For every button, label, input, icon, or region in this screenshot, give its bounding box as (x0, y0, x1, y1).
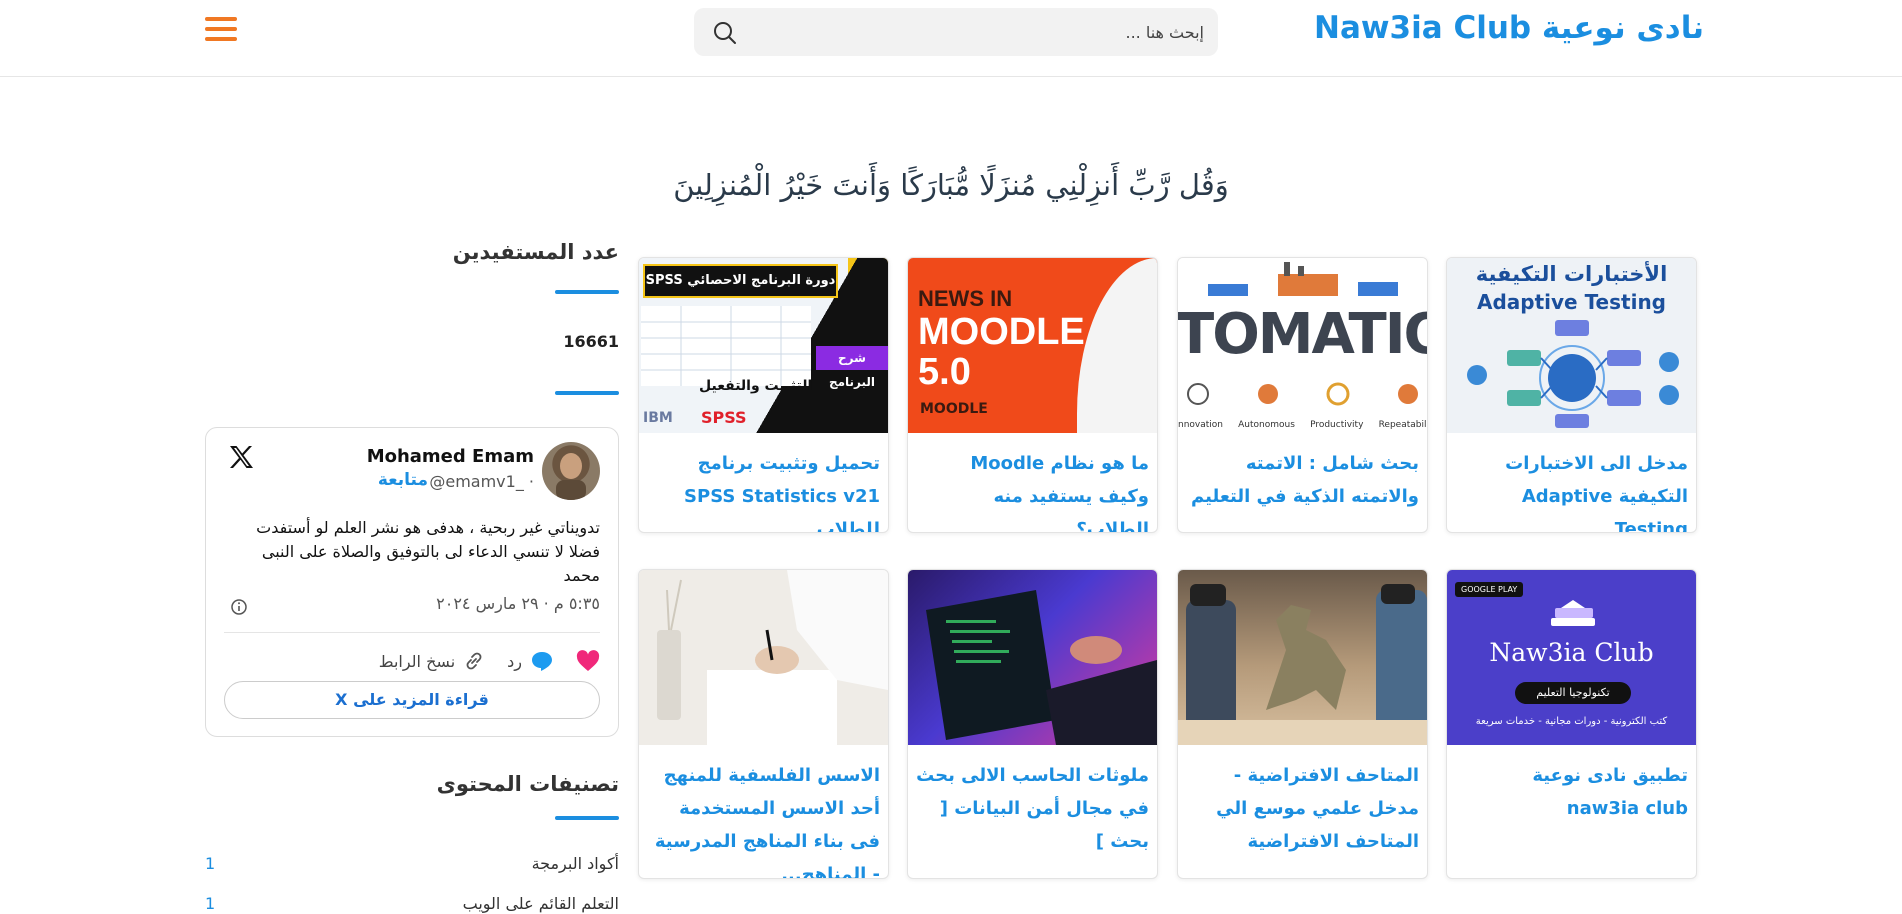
thumb-line: 5.0 (918, 351, 971, 393)
category-label: التعلم القائم على الويب (462, 894, 619, 913)
reply-bubble-icon (532, 652, 552, 671)
post-title[interactable]: ما هو نظام Moodle وكيف يستفيد منه الطلاب… (908, 433, 1157, 532)
post-thumbnail[interactable] (639, 570, 888, 745)
thumb-install-label: التثبيت والتفعيل (699, 378, 813, 394)
reply-label: رد (507, 651, 522, 671)
post-title[interactable]: تحميل وتثبيت برنامج SPSS Statistics v21 … (639, 433, 888, 532)
writing-notebook-photo (639, 570, 888, 745)
follow-button[interactable]: متابعة (378, 470, 428, 490)
post-card[interactable]: المتاحف الافتراضية - مدخل علمي موسع الي … (1177, 569, 1428, 879)
factory-graphic (1208, 262, 1398, 296)
books-icon (1551, 600, 1595, 626)
beneficiaries-title: عدد المستفيدين (452, 240, 619, 264)
thumb-ibm-logo: IBM (643, 410, 673, 426)
tweet-author-handle[interactable]: @emamv1_ · (429, 472, 534, 491)
categories-widget: تصنيفات المحتوى (205, 772, 619, 820)
thumb-tag: تكنولوجيا التعليم (1515, 682, 1631, 704)
copy-link-button[interactable]: نسخ الرابط (379, 650, 485, 672)
spreadsheet-graphic (641, 306, 811, 386)
search-box (694, 8, 1218, 56)
thumb-purple-label: شرح البرنامج (816, 346, 888, 389)
thumb-labels: nnovation Autonomous Productivity Repeat… (1178, 420, 1427, 430)
thumb-brand: Naw3ia Club (1489, 638, 1654, 667)
thumb-label: Productivity (1310, 420, 1364, 430)
reply-button[interactable]: رد (507, 650, 554, 672)
read-more-on-x-button[interactable]: قراءة المزيد على X (224, 681, 600, 719)
category-label: أكواد البرمجة (531, 854, 619, 873)
beneficiaries-count: 16661 (563, 332, 619, 351)
thumb-spss-logo: SPSS (701, 408, 747, 427)
tweet-actions: رد نسخ الرابط (367, 646, 600, 676)
tweet-divider (224, 632, 600, 633)
categories-title: تصنيفات المحتوى (436, 772, 619, 796)
copy-link-label: نسخ الرابط (378, 651, 456, 671)
thumb-title: الأختبارات التكيفية (1475, 262, 1668, 286)
avatar[interactable] (542, 442, 600, 500)
like-button[interactable] (576, 650, 600, 672)
thumb-line: MOODLE (918, 311, 1085, 353)
post-card[interactable]: ملوثات الحاسب الالى بحث في مجال أمن البي… (907, 569, 1158, 879)
tweet-author-name[interactable]: Mohamed Emam (367, 446, 534, 467)
category-count: 1 (205, 854, 216, 873)
categories-underline (555, 816, 619, 820)
post-thumbnail[interactable]: NEWS IN MOODLE 5.0 MOODLE (908, 258, 1157, 433)
post-title[interactable]: بحث شامل : الاتمته والاتمته الذكية في ال… (1178, 433, 1427, 513)
thumb-line: NEWS IN (918, 286, 1013, 311)
thumb-small-label: MOODLE (920, 401, 988, 417)
search-input[interactable] (774, 8, 1204, 56)
search-icon[interactable] (712, 20, 738, 46)
heart-icon (576, 650, 600, 671)
post-title[interactable]: مدخل الى الاختبارات التكيفية Adaptive Te… (1447, 433, 1696, 532)
post-thumbnail[interactable]: الأختبارات التكيفية Adaptive Testing (1447, 258, 1696, 433)
categories-list: أكواد البرمجة 1 التعلم القائم على الويب … (205, 854, 619, 914)
post-card[interactable]: الأختبارات التكيفية Adaptive Testing مدخ… (1446, 257, 1697, 533)
thumb-subtitle: Adaptive Testing (1476, 290, 1666, 314)
sidebar: عدد المستفيدين 16661 Mohamed Emam @emamv… (205, 240, 619, 913)
info-icon[interactable] (230, 598, 248, 616)
category-item[interactable]: أكواد البرمجة 1 (205, 854, 619, 894)
post-thumbnail[interactable] (1178, 570, 1427, 745)
thumb-screen-panel (1077, 258, 1157, 433)
post-title[interactable]: المتاحف الافتراضية - مدخل علمي موسع الي … (1178, 745, 1427, 858)
post-thumbnail[interactable] (908, 570, 1157, 745)
post-thumbnail[interactable]: TOMATION nnovation Autonomous Productivi… (1178, 258, 1427, 433)
category-count: 1 (205, 894, 216, 913)
quran-verse-heading: وَقُل رَّبِّ أَنزِلْنِي مُنزَلًا مُّبَار… (673, 168, 1229, 202)
tweet-embed: Mohamed Emam @emamv1_ · متابعة تدويناتي … (205, 427, 619, 737)
tweet-handle-text: @emamv1_ (429, 472, 524, 491)
post-card[interactable]: GOOGLE PLAY Naw3ia Club تكنولوجيا التعلي… (1446, 569, 1697, 879)
site-logo[interactable]: نادى نوعية Naw3ia Club (1314, 10, 1704, 46)
thumb-label: Autonomous (1238, 420, 1295, 430)
tweet-date[interactable]: ٥:٣٥ م · ٢٩ مارس ٢٠٢٤ (436, 594, 600, 613)
thumb-word: TOMATION (1178, 302, 1427, 367)
thumb-banner: دورة البرنامج الاحصائي SPSS (643, 264, 838, 298)
thumb-label: Repeatabili (1378, 420, 1427, 430)
post-card[interactable]: الاسس الفلسفية للمنهج أحد الاسس المستخدم… (638, 569, 889, 879)
thumb-label: nnovation (1178, 420, 1223, 430)
thumb-text-block: NEWS IN MOODLE 5.0 (918, 286, 1085, 392)
post-title[interactable]: تطبيق نادى نوعية naw3ia club (1447, 745, 1696, 825)
post-card[interactable]: NEWS IN MOODLE 5.0 MOODLE ما هو نظام Moo… (907, 257, 1158, 533)
category-item[interactable]: التعلم القائم على الويب 1 (205, 894, 619, 914)
post-card[interactable]: دورة البرنامج الاحصائي SPSS شرح البرنامج… (638, 257, 889, 533)
thumb-icons-row (1178, 376, 1427, 416)
x-logo-icon[interactable] (226, 442, 256, 472)
tweet-text: تدويناتي غير ربحية ، هدفى هو نشر العلم ل… (256, 518, 600, 585)
post-card[interactable]: TOMATION nnovation Autonomous Productivi… (1177, 257, 1428, 533)
site-header: نادى نوعية Naw3ia Club (0, 0, 1902, 77)
link-icon (466, 652, 482, 670)
count-underline (555, 391, 619, 395)
title-underline (555, 290, 619, 294)
laptop-hacker-photo (926, 590, 1157, 745)
post-thumbnail[interactable]: GOOGLE PLAY Naw3ia Club تكنولوجيا التعلي… (1447, 570, 1696, 745)
google-play-badge: GOOGLE PLAY (1455, 582, 1524, 597)
post-title[interactable]: الاسس الفلسفية للمنهج أحد الاسس المستخدم… (639, 745, 888, 878)
adaptive-diagram-graphic (1467, 320, 1679, 428)
post-title[interactable]: ملوثات الحاسب الالى بحث في مجال أمن البي… (908, 745, 1157, 858)
vr-museum-photo (1178, 584, 1427, 745)
hamburger-menu-icon[interactable] (205, 17, 237, 43)
post-thumbnail[interactable]: دورة البرنامج الاحصائي SPSS شرح البرنامج… (639, 258, 888, 433)
thumb-footer: كتب الكترونية - دورات مجانية - خدمات سري… (1475, 716, 1668, 727)
